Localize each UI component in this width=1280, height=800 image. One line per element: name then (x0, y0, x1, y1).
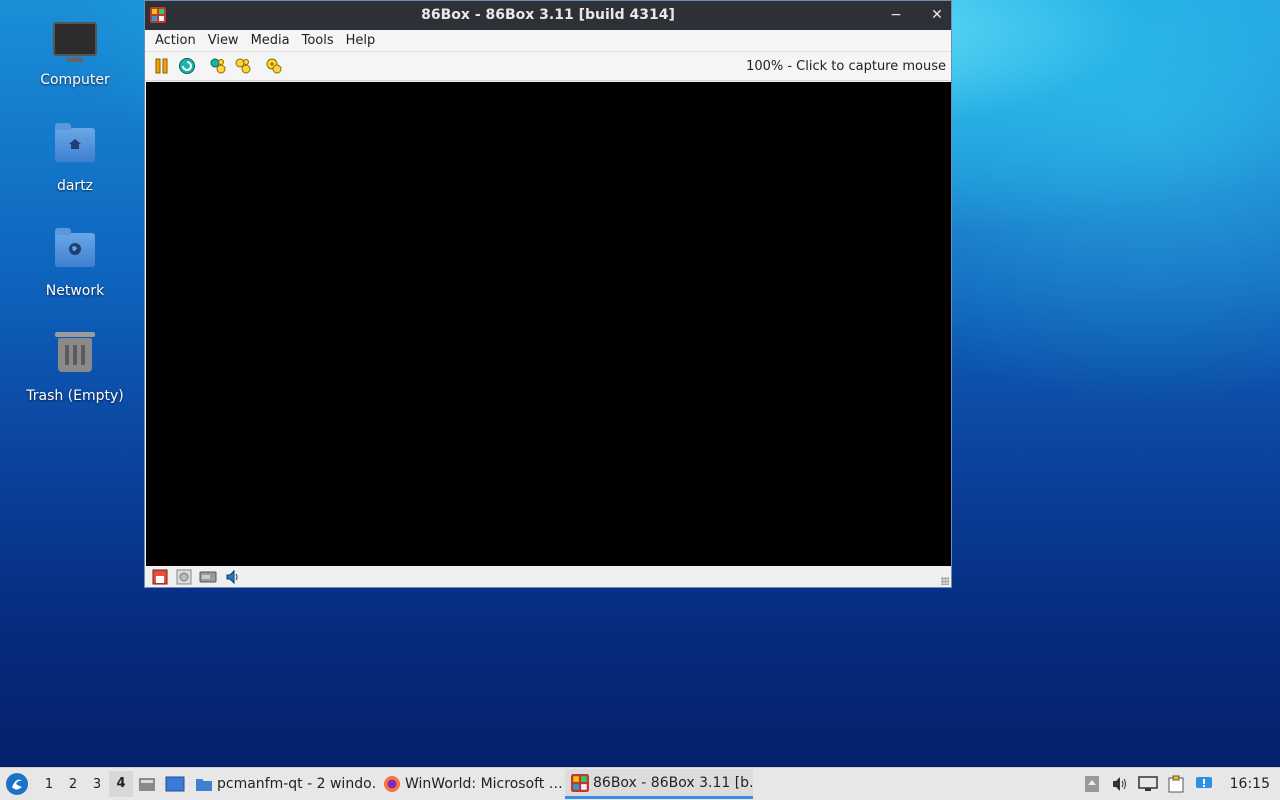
file-manager-icon (139, 778, 155, 791)
reset-icon (179, 58, 195, 74)
task-86box[interactable]: 86Box - 86Box 3.11 [b… (565, 769, 753, 799)
sound-icon[interactable] (223, 569, 241, 585)
window-title: 86Box - 86Box 3.11 [build 4314] (421, 7, 675, 23)
desktop-icon-label: dartz (56, 178, 94, 194)
floppy-drive-icon[interactable] (151, 569, 169, 585)
task-firefox[interactable]: WinWorld: Microsoft … (377, 769, 565, 799)
86box-icon (571, 773, 589, 792)
quicklaunch-file-manager[interactable] (136, 774, 158, 794)
menu-view[interactable]: View (202, 33, 245, 48)
resize-grip[interactable] (941, 577, 949, 585)
capture-status: 100% - Click to capture mouse (746, 59, 946, 74)
toolbar: 100% - Click to capture mouse (145, 52, 951, 81)
menu-help[interactable]: Help (340, 33, 382, 48)
volume-icon[interactable] (1109, 773, 1131, 795)
system-tray: 16:15 (1078, 768, 1280, 800)
folder-icon (196, 779, 212, 791)
title-bar[interactable]: 86Box - 86Box 3.11 [build 4314] − ✕ (145, 1, 951, 30)
trash-icon (53, 332, 97, 382)
ctrl-alt-del-icon (210, 58, 226, 74)
task-label: WinWorld: Microsoft … (405, 776, 563, 792)
clock[interactable]: 16:15 (1218, 776, 1280, 792)
firefox-icon (384, 776, 400, 792)
desktop-icon-home[interactable]: dartz (15, 122, 135, 194)
ctrl-alt-del-button[interactable] (207, 55, 229, 77)
status-bar (145, 566, 951, 587)
start-menu-icon[interactable] (5, 772, 29, 796)
menu-media[interactable]: Media (245, 33, 296, 48)
settings-button[interactable] (263, 55, 285, 77)
home-folder-icon (53, 123, 97, 172)
desktop-icon-label: Computer (40, 72, 110, 88)
desktop-icon-trash[interactable]: Trash (Empty) (15, 332, 135, 404)
desktop-icon-network[interactable]: Network (15, 227, 135, 299)
reset-button[interactable] (176, 55, 198, 77)
network-folder-icon (53, 228, 97, 277)
workspace-3[interactable]: 3 (85, 777, 109, 792)
desktop-icon-label: Trash (Empty) (26, 388, 124, 404)
menu-bar: Action View Media Tools Help (145, 30, 951, 52)
workspace-1[interactable]: 1 (37, 777, 61, 792)
emulator-screen[interactable] (146, 82, 951, 566)
quicklaunch-show-desktop[interactable] (164, 774, 186, 794)
notification-icon[interactable] (1193, 773, 1215, 795)
86box-window: 86Box - 86Box 3.11 [build 4314] − ✕ Acti… (144, 0, 952, 588)
desktop-icon-computer[interactable]: Computer (15, 18, 135, 88)
close-button[interactable]: ✕ (926, 5, 948, 25)
task-label: pcmanfm-qt - 2 windo… (217, 776, 377, 792)
clipboard-icon[interactable] (1165, 773, 1187, 795)
menu-tools[interactable]: Tools (296, 33, 340, 48)
workspace-2[interactable]: 2 (61, 777, 85, 792)
taskbar: 1 2 3 4 pcmanfm-qt - 2 windo… WinWorld: … (0, 767, 1280, 800)
menu-action[interactable]: Action (149, 33, 202, 48)
desktop-icon-label: Network (45, 283, 105, 299)
settings-icon (266, 58, 282, 74)
tray-expand-icon[interactable] (1081, 773, 1103, 795)
ctrl-alt-esc-button[interactable] (232, 55, 254, 77)
workspace-4[interactable]: 4 (109, 771, 133, 797)
network-icon[interactable] (1137, 773, 1159, 795)
cdrom-drive-icon[interactable] (175, 569, 193, 585)
hard-disk-icon[interactable] (199, 569, 217, 585)
computer-icon (53, 22, 97, 66)
show-desktop-icon (165, 776, 185, 792)
pause-button[interactable] (151, 55, 173, 77)
task-label: 86Box - 86Box 3.11 [b… (593, 774, 753, 791)
task-pcmanfm[interactable]: pcmanfm-qt - 2 windo… (189, 769, 377, 799)
ctrl-alt-esc-icon (235, 58, 251, 74)
pause-icon (155, 58, 168, 74)
minimize-button[interactable]: − (885, 5, 907, 25)
